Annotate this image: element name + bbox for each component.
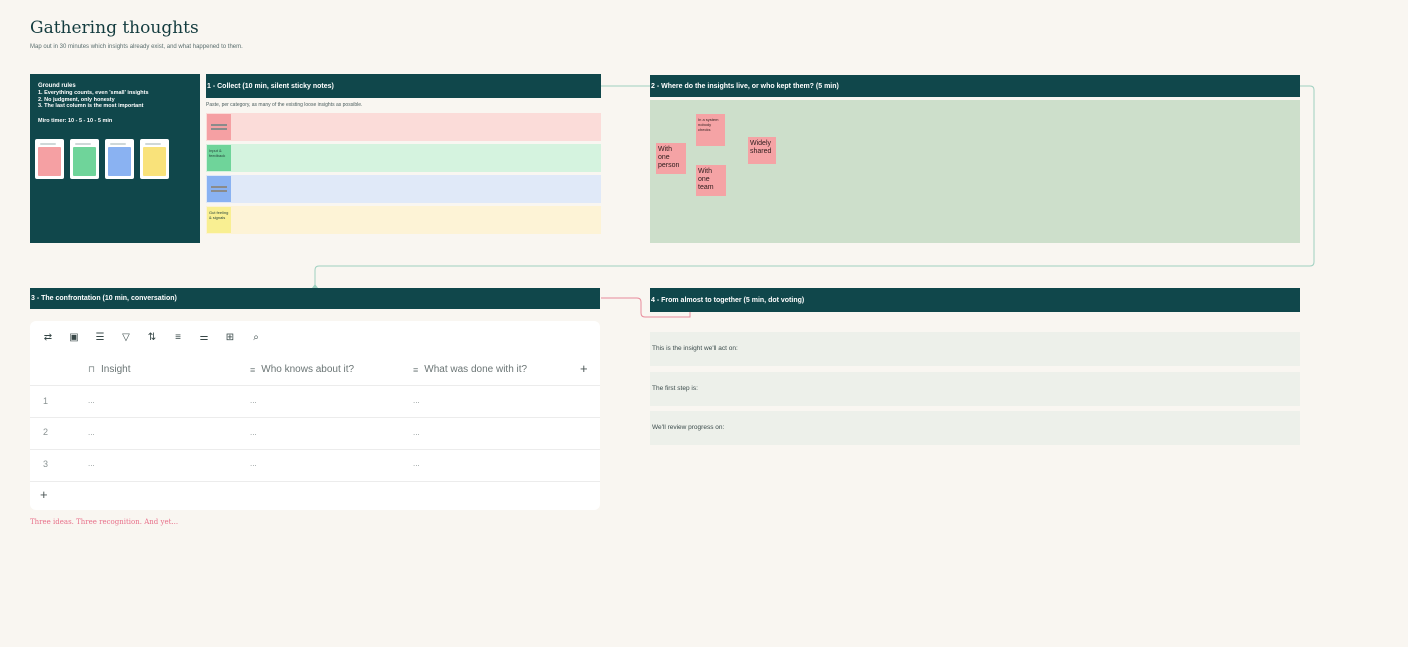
- column-label: Insight: [101, 364, 131, 375]
- category-label-green[interactable]: Input & feedback: [207, 145, 231, 171]
- list-icon[interactable]: ≡: [172, 332, 184, 344]
- layout-icon[interactable]: ▣: [68, 332, 80, 344]
- insight-table[interactable]: ⇄ ▣ ☰ ▽ ⇅ ≡ ⚌ ⊞ ⌕ ⊓ Insight ≡ Who knows ab…: [30, 321, 600, 510]
- table-cell[interactable]: ...: [250, 459, 257, 468]
- table-toolbar: ⇄ ▣ ☰ ▽ ⇅ ≡ ⚌ ⊞ ⌕: [42, 332, 262, 344]
- ground-rules-title: Ground rules: [38, 83, 76, 89]
- category-label-red[interactable]: [207, 114, 231, 140]
- timer-text: Miro timer: 10 - 5 - 10 - 5 min: [38, 117, 113, 124]
- swatch-blue[interactable]: [105, 139, 134, 179]
- where-area[interactable]: [650, 100, 1300, 243]
- table-cell[interactable]: ...: [413, 459, 420, 468]
- together-header[interactable]: 4 - From almost to together (5 min, dot …: [650, 288, 1300, 312]
- swatch-green[interactable]: [70, 139, 99, 179]
- row-divider: [30, 449, 600, 450]
- row-divider: [30, 385, 600, 386]
- statement-insight[interactable]: This is the insight we'll act on:: [650, 332, 1300, 366]
- collect-header[interactable]: 1 - Collect (10 min, silent sticky notes…: [206, 74, 601, 98]
- table-cell[interactable]: ...: [88, 459, 95, 468]
- add-column-button[interactable]: +: [580, 361, 588, 376]
- table-cell[interactable]: ...: [88, 396, 95, 405]
- column-header-who[interactable]: ≡ Who knows about it?: [250, 364, 354, 375]
- category-label-blue[interactable]: [207, 176, 231, 202]
- where-header[interactable]: 2 - Where do the insights live, or who k…: [650, 75, 1300, 97]
- add-row-button[interactable]: +: [40, 487, 48, 502]
- sticky-one-person[interactable]: With one person: [656, 143, 686, 174]
- sort-icon[interactable]: ⇅: [146, 332, 158, 344]
- export-icon[interactable]: ⊞: [224, 332, 236, 344]
- sticky-system[interactable]: In a system nobody checks: [696, 114, 725, 146]
- bookmark-icon: ⊓: [88, 364, 96, 374]
- text-icon: ≡: [413, 364, 419, 375]
- sticky-widely-shared[interactable]: Widely shared: [748, 137, 776, 164]
- ground-rules-card[interactable]: Ground rules 1. Everything counts, even …: [30, 74, 200, 243]
- swatch-red[interactable]: [35, 139, 64, 179]
- row-divider: [30, 417, 600, 418]
- confrontation-header[interactable]: 3 - The confrontation (10 min, conversat…: [30, 288, 600, 309]
- rule-3: 3. The last column is the most important: [38, 103, 144, 109]
- group-icon[interactable]: ☰: [94, 332, 106, 344]
- table-cell[interactable]: ...: [413, 428, 420, 437]
- column-label: Who knows about it?: [261, 364, 355, 375]
- row-number: 2: [43, 427, 49, 437]
- table-caption: Three ideas. Three recognition. And yet.…: [30, 518, 179, 526]
- category-row-blue[interactable]: [206, 175, 601, 203]
- column-header-insight[interactable]: ⊓ Insight: [88, 364, 131, 375]
- category-row-yellow[interactable]: Gut feeling & signals: [206, 206, 601, 234]
- row-number: 3: [43, 459, 49, 469]
- column-header-what[interactable]: ≡ What was done with it?: [413, 364, 527, 375]
- table-cell[interactable]: ...: [88, 428, 95, 437]
- table-cell[interactable]: ...: [413, 396, 420, 405]
- category-row-green[interactable]: Input & feedback: [206, 144, 601, 172]
- statement-review[interactable]: We'll review progress on:: [650, 411, 1300, 445]
- category-label-yellow[interactable]: Gut feeling & signals: [207, 207, 231, 233]
- table-cell[interactable]: ...: [250, 428, 257, 437]
- filter-icon[interactable]: ▽: [120, 332, 132, 344]
- swatch-yellow[interactable]: [140, 139, 169, 179]
- table-cell[interactable]: ...: [250, 396, 257, 405]
- row-divider: [30, 481, 600, 482]
- sticky-swatches: [35, 139, 169, 179]
- collect-note: Paste, per category, as many of the exis…: [206, 102, 363, 108]
- column-label: What was done with it?: [424, 364, 528, 375]
- sticky-one-team[interactable]: With one team: [696, 165, 726, 196]
- sync-icon[interactable]: ⇄: [42, 332, 54, 344]
- row-number: 1: [43, 396, 49, 406]
- category-row-red[interactable]: [206, 113, 601, 141]
- statement-first-step[interactable]: The first step is:: [650, 372, 1300, 406]
- settings-icon[interactable]: ⚌: [198, 332, 210, 344]
- search-icon[interactable]: ⌕: [250, 332, 262, 344]
- text-icon: ≡: [250, 364, 256, 375]
